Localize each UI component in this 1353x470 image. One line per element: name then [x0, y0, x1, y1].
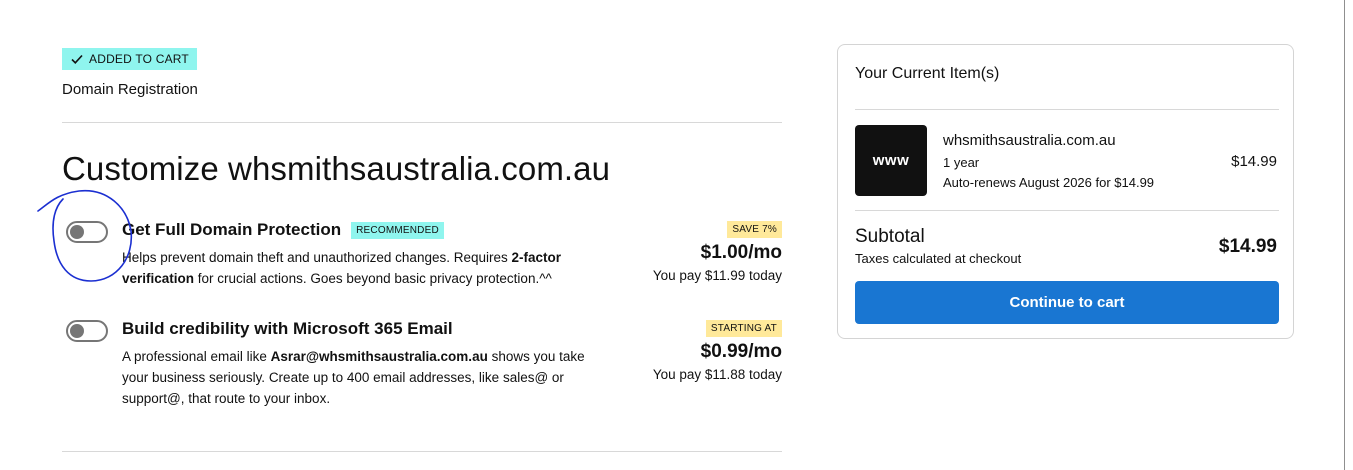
card-divider [855, 109, 1279, 110]
item-renewal: Auto-renews August 2026 for $14.99 [943, 175, 1155, 190]
pay-today-text: You pay $11.88 today [652, 367, 782, 382]
toggle-knob [70, 324, 84, 338]
monthly-price: $1.00/mo [700, 242, 782, 263]
offer-description: A professional email like Asrar@whsmiths… [122, 349, 585, 406]
item-info: whsmithsaustralia.com.au 1 year Auto-ren… [943, 132, 1154, 190]
page-edge-line [1344, 0, 1345, 470]
save-tag: SAVE 7% [727, 221, 782, 238]
starting-at-tag: STARTING AT [705, 320, 782, 337]
recommended-tag: RECOMMENDED [351, 221, 444, 239]
offer-title: Build credibility with Microsoft 365 Ema… [122, 319, 453, 339]
item-domain: whsmithsaustralia.com.au [943, 132, 1116, 149]
continue-to-cart-button[interactable]: Continue to cart [855, 281, 1279, 324]
offer-price-box: STARTING AT $0.99/mo You pay $11.88 toda… [653, 318, 782, 382]
current-items-card: Your Current Item(s) www whsmithsaustral… [837, 44, 1294, 339]
item-term: 1 year [943, 155, 980, 170]
badge-label: ADDED TO CART [89, 52, 189, 66]
www-label: www [872, 152, 910, 169]
product-type-label: Domain Registration [62, 81, 198, 98]
offer-description: Helps prevent domain theft and unauthori… [122, 250, 562, 286]
domain-thumbnail: www [855, 125, 927, 196]
microsoft-email-toggle[interactable] [66, 320, 108, 342]
tax-note: Taxes calculated at checkout [855, 251, 1022, 266]
card-divider [855, 210, 1279, 211]
offer-title-text: Build credibility with Microsoft 365 Ema… [122, 319, 453, 338]
offer-price-box: SAVE 7% $1.00/mo You pay $11.99 today [653, 219, 782, 283]
pay-today-text: You pay $11.99 today [652, 268, 782, 283]
card-title: Your Current Item(s) [855, 65, 1000, 82]
monthly-price: $0.99/mo [700, 341, 782, 362]
section-divider [62, 451, 782, 452]
subtotal-label: Subtotal [855, 226, 925, 247]
toggle-knob [70, 225, 84, 239]
subtotal-value: $14.99 [1218, 236, 1277, 257]
customize-panel: ADDED TO CART Domain Registration Custom… [62, 0, 782, 470]
domain-protection-toggle[interactable] [66, 221, 108, 243]
offer-title: Get Full Domain Protection RECOMMENDED [122, 220, 444, 240]
page-title: Customize whsmithsaustralia.com.au [62, 150, 611, 187]
section-divider [62, 122, 782, 123]
offer-microsoft-email: Build credibility with Microsoft 365 Ema… [62, 318, 782, 408]
added-to-cart-badge: ADDED TO CART [62, 48, 197, 70]
offer-title-text: Get Full Domain Protection [122, 220, 342, 239]
offer-domain-protection: Get Full Domain Protection RECOMMENDED H… [62, 219, 782, 289]
checkmark-icon [71, 54, 83, 64]
item-price: $14.99 [1231, 153, 1277, 170]
